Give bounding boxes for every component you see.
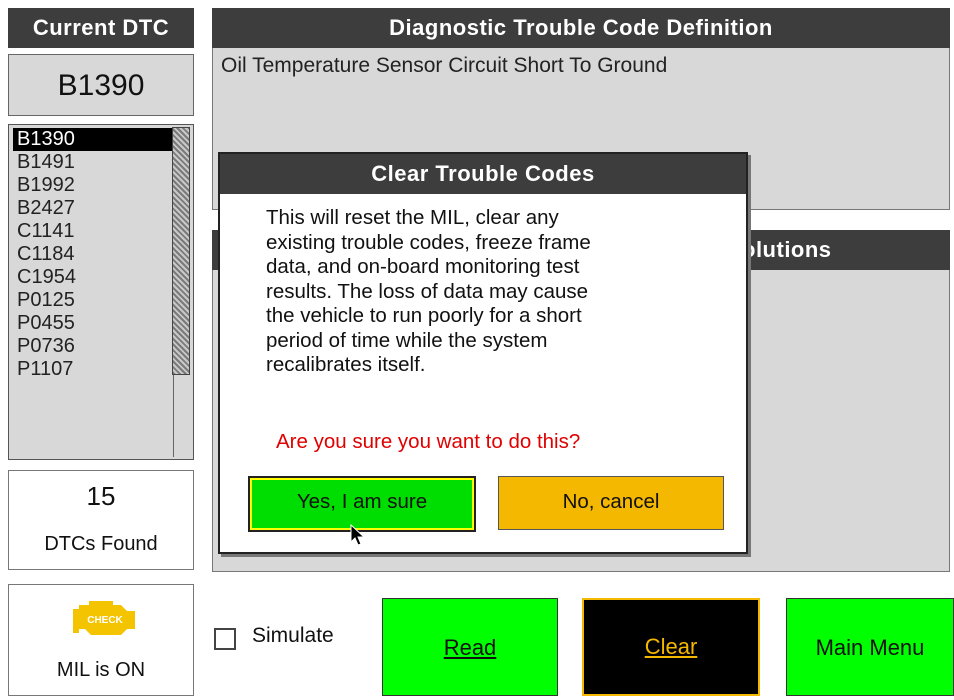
definition-header: Diagnostic Trouble Code Definition [212, 8, 950, 48]
current-dtc-header: Current DTC [8, 8, 194, 48]
dtc-list-item[interactable]: P0736 [13, 335, 173, 358]
solutions-header-text: olutions [742, 237, 832, 262]
dtc-list-item[interactable]: B2427 [13, 197, 173, 220]
mil-label: MIL is ON [56, 659, 146, 681]
definition-text: Oil Temperature Sensor Circuit Short To … [221, 54, 668, 77]
dialog-message-line: recalibrates itself. [266, 353, 426, 376]
dialog-message: This will reset the MIL, clear any existi… [266, 206, 726, 378]
dtc-list-item[interactable]: P0125 [13, 289, 173, 312]
read-button[interactable]: Read [382, 598, 558, 696]
dtc-list-item[interactable]: C1954 [13, 266, 173, 289]
dialog-message-line: results. The loss of data may cause [266, 279, 589, 303]
dialog-question: Are you sure you want to do this? [276, 430, 581, 453]
dtc-list-item[interactable]: C1184 [13, 243, 173, 266]
dtc-list-items: B1390 B1491 B1992 B2427 C1141 C1184 C1954 P0125… [13, 128, 173, 381]
no-cancel-button[interactable]: No, cancel [498, 476, 724, 530]
check-engine-icon: CHECK [73, 601, 135, 635]
current-dtc-code: B1390 [8, 54, 194, 116]
dtc-list-item[interactable]: B1491 [13, 151, 173, 174]
main-menu-button[interactable]: Main Menu [786, 598, 954, 696]
mil-status-box: CHECK MIL is ON [8, 584, 194, 696]
dtc-list[interactable]: B1390 B1491 B1992 B2427 C1141 C1184 C1954 P0125… [8, 124, 194, 460]
dtc-list-item[interactable]: P1107 [13, 358, 173, 381]
simulate-checkbox[interactable] [214, 628, 236, 650]
simulate-label[interactable]: Simulate [252, 624, 334, 648]
dialog-message-line: This will reset the MIL, clear any [266, 206, 559, 229]
clear-button[interactable]: Clear [582, 598, 760, 696]
read-button-label: Read [443, 635, 497, 660]
dialog-message-line: period of time while the system [266, 328, 548, 352]
dialog-message-line: the vehicle to run poorly for a short [266, 304, 582, 327]
dialog-message-line: existing trouble codes, freeze frame [266, 230, 591, 254]
dtc-list-item[interactable]: B1390 [13, 128, 173, 151]
check-engine-icon-text: CHECK [87, 615, 123, 626]
clear-codes-dialog: Clear Trouble Codes This will reset the … [218, 152, 748, 554]
dtc-count: 15 [86, 481, 116, 511]
dtc-list-scrollbar-track[interactable] [173, 375, 190, 457]
dtc-list-item[interactable]: P0455 [13, 312, 173, 335]
dtc-list-item[interactable]: C1141 [13, 220, 173, 243]
dtc-count-box: 15 DTCs Found [8, 470, 194, 570]
dtc-list-scrollbar-thumb[interactable] [172, 127, 190, 375]
dtc-list-item[interactable]: B1992 [13, 174, 173, 197]
mouse-pointer-icon [350, 524, 366, 546]
dialog-title: Clear Trouble Codes [220, 154, 746, 194]
clear-button-label: Clear [644, 634, 698, 659]
dialog-message-line: data, and on-board monitoring test [266, 255, 580, 278]
dtc-count-label: DTCs Found [44, 533, 158, 555]
